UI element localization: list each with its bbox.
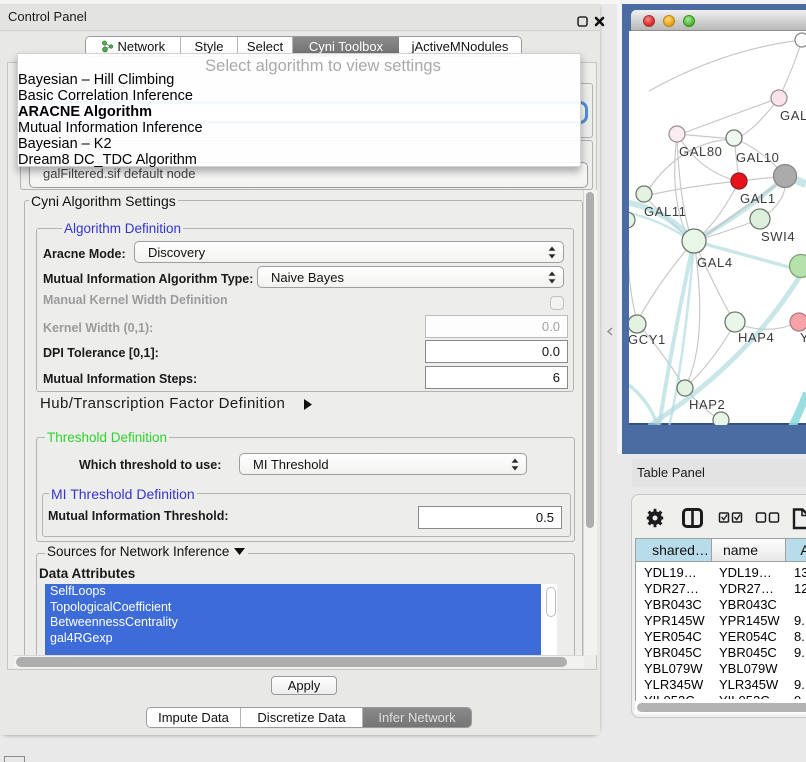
svg-text:GAL1: GAL1 bbox=[740, 191, 776, 206]
svg-text:SWI4: SWI4 bbox=[761, 229, 795, 244]
svg-text:GAL4: GAL4 bbox=[697, 255, 733, 270]
svg-text:GAL80: GAL80 bbox=[679, 144, 722, 159]
svg-text:GAL10: GAL10 bbox=[736, 150, 779, 165]
svg-text:GAL: GAL bbox=[780, 108, 806, 123]
svg-text:HAP2: HAP2 bbox=[689, 397, 725, 412]
svg-text:HAP4: HAP4 bbox=[738, 330, 774, 345]
svg-text:Y: Y bbox=[800, 330, 806, 345]
svg-text:GCY1: GCY1 bbox=[629, 332, 666, 347]
svg-text:GAL11: GAL11 bbox=[644, 204, 687, 219]
